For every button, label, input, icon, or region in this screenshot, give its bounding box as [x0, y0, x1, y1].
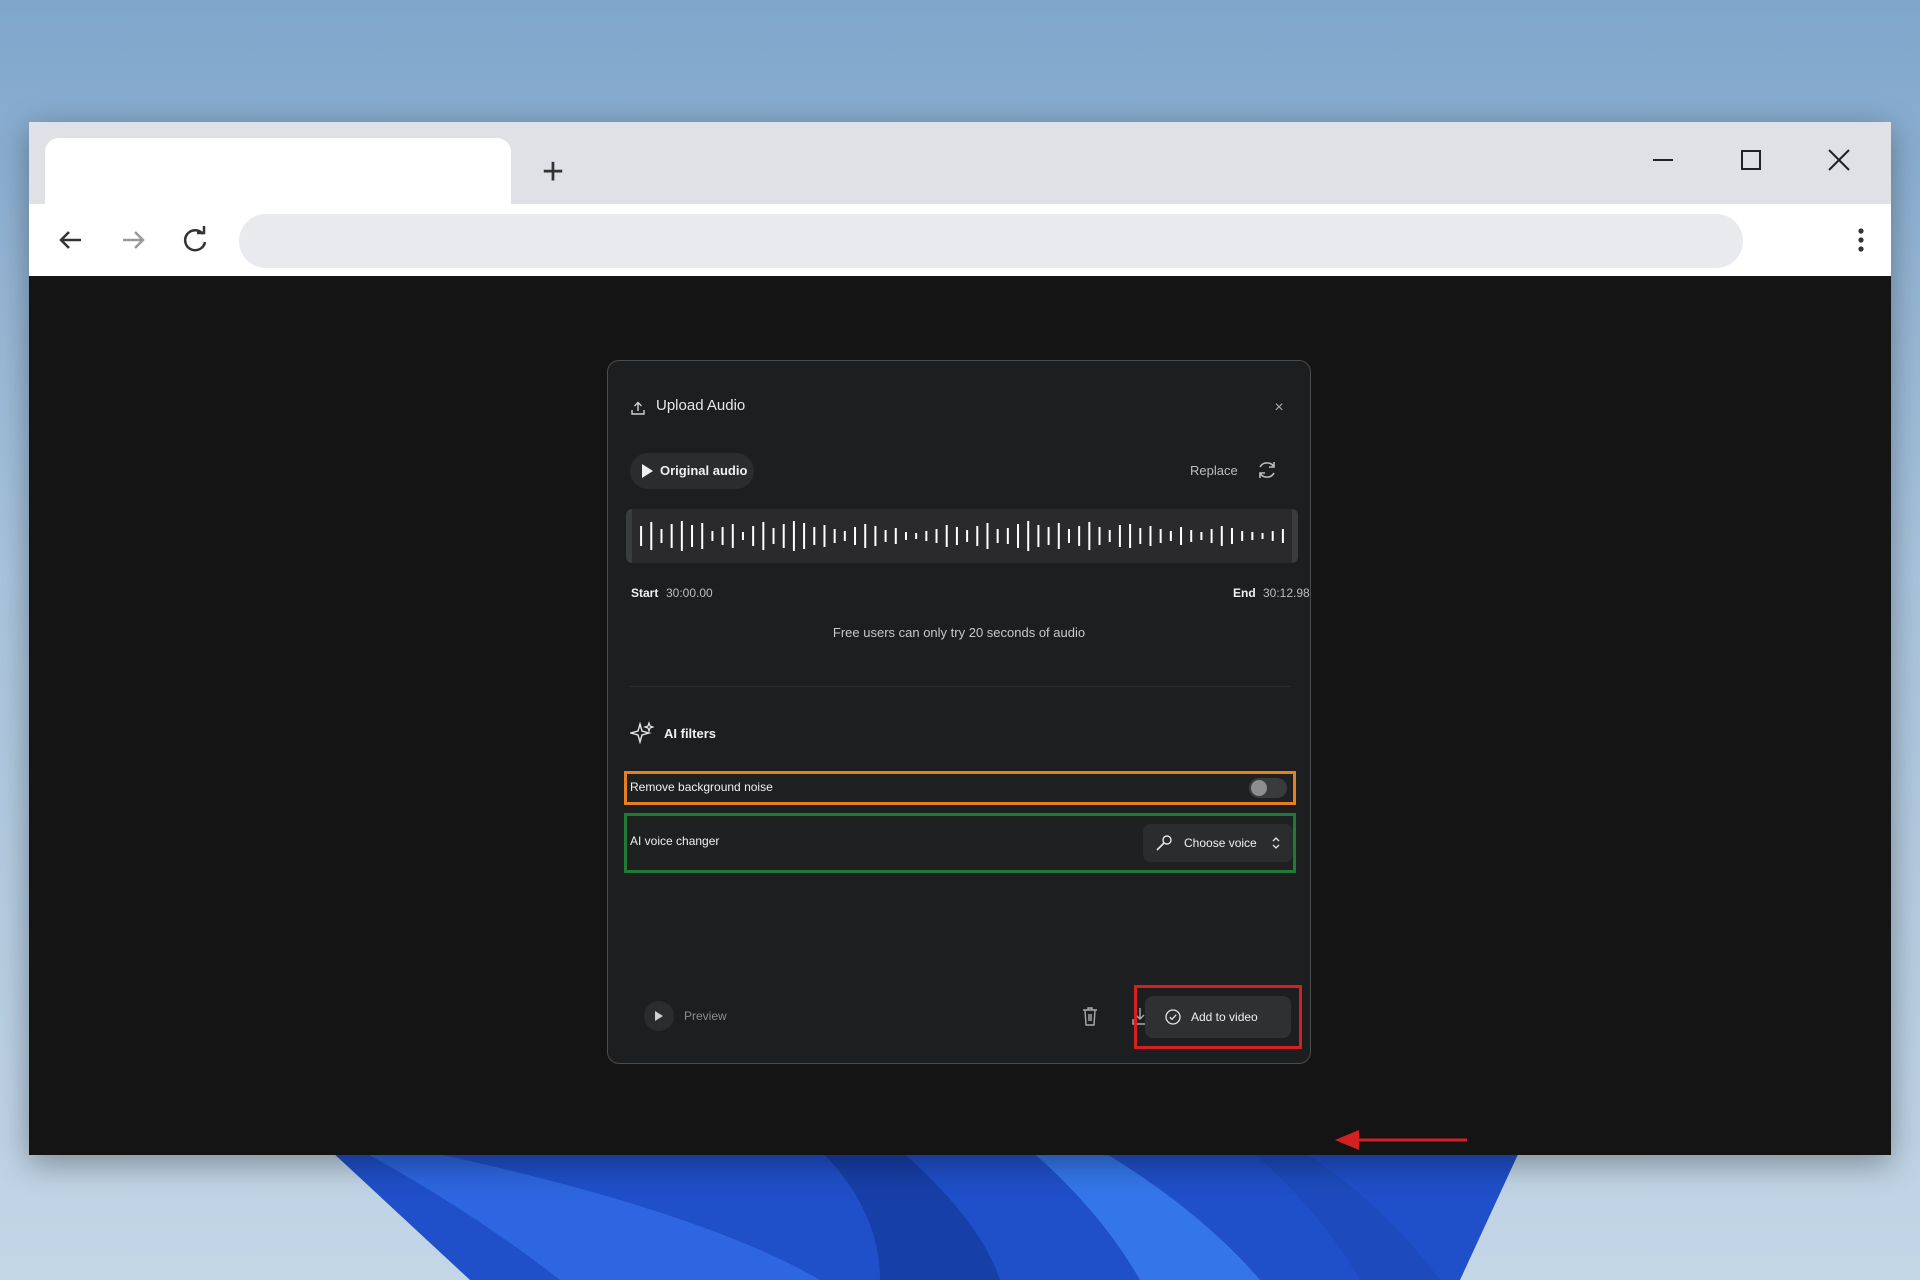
reload-icon[interactable] [175, 220, 215, 260]
section-divider [630, 686, 1290, 687]
kebab-menu-icon[interactable] [1841, 220, 1881, 260]
browser-window: + Upload Audio × Original audio Replace … [29, 122, 1891, 1155]
choose-voice-label: Choose voice [1184, 836, 1257, 850]
upload-icon [631, 401, 645, 415]
sparkle-icon [630, 721, 654, 745]
ai-filters-title: AI filters [664, 726, 717, 741]
add-to-video-highlight: Add to video [1134, 985, 1302, 1049]
tab-strip: + [29, 122, 1891, 204]
browser-tab[interactable] [45, 138, 511, 204]
microphone-icon [1156, 835, 1172, 851]
check-circle-icon [1165, 1009, 1181, 1025]
preview-play-button[interactable] [644, 1001, 674, 1031]
back-arrow-icon[interactable] [51, 220, 91, 260]
audio-waveform[interactable] [626, 509, 1298, 563]
forward-arrow-icon[interactable] [113, 220, 153, 260]
end-time: 30:12.98 [1263, 586, 1310, 600]
voice-changer-label: AI voice changer [630, 834, 720, 848]
add-to-video-button[interactable]: Add to video [1145, 996, 1291, 1038]
refresh-icon[interactable] [1256, 459, 1278, 481]
dialog-title: Upload Audio [656, 397, 746, 414]
end-label: End [1233, 586, 1256, 600]
play-icon [642, 464, 653, 478]
remove-noise-toggle[interactable] [1249, 778, 1287, 798]
waveform-bars [640, 521, 1284, 551]
trim-handle-right[interactable] [1292, 509, 1298, 563]
add-to-video-label: Add to video [1191, 1010, 1258, 1024]
maximize-icon[interactable] [1723, 138, 1779, 182]
browser-toolbar [29, 204, 1891, 276]
choose-voice-dropdown[interactable]: Choose voice [1143, 824, 1293, 862]
close-icon[interactable] [1811, 138, 1867, 182]
free-tier-note: Free users can only try 20 seconds of au… [832, 625, 1086, 640]
remove-background-noise-row: Remove background noise [624, 771, 1296, 805]
minimize-icon[interactable] [1635, 138, 1691, 182]
trim-handle-left[interactable] [626, 509, 632, 563]
remove-noise-label: Remove background noise [630, 780, 773, 794]
dialog-close-button[interactable]: × [1270, 399, 1288, 417]
trash-icon[interactable] [1080, 1005, 1100, 1027]
preview-label[interactable]: Preview [684, 1009, 727, 1023]
annotation-arrow [1335, 1130, 1467, 1150]
start-time: 30:00.00 [666, 586, 713, 600]
toggle-knob [1251, 780, 1267, 796]
ai-voice-changer-row: AI voice changer Choose voice [624, 813, 1296, 873]
replace-button[interactable]: Replace [1190, 463, 1238, 478]
upload-audio-dialog: Upload Audio × Original audio Replace St… [607, 360, 1311, 1064]
desktop-wallpaper [330, 1150, 1520, 1280]
new-tab-button[interactable]: + [529, 148, 577, 196]
original-audio-play-button[interactable]: Original audio [630, 453, 754, 489]
chevron-updown-icon [1272, 837, 1280, 849]
play-icon [655, 1011, 663, 1021]
start-label: Start [631, 586, 659, 600]
original-audio-label: Original audio [660, 463, 748, 478]
address-bar[interactable] [239, 214, 1743, 268]
